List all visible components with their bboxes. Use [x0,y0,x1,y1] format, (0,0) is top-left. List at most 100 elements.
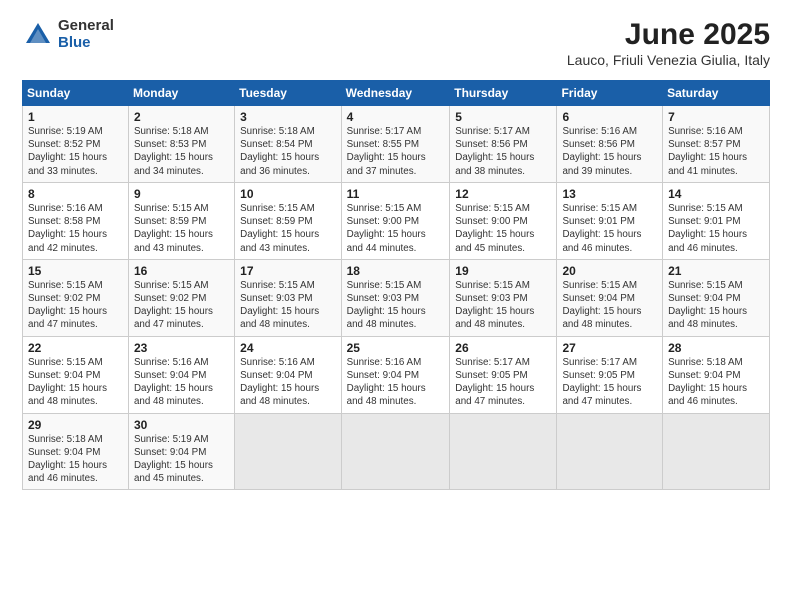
day-number: 9 [134,187,229,201]
day-info: Sunrise: 5:15 AMSunset: 8:59 PMDaylight:… [240,202,335,255]
day-number: 27 [562,341,657,355]
day-cell: 4Sunrise: 5:17 AMSunset: 8:55 PMDaylight… [341,106,450,183]
day-cell: 11Sunrise: 5:15 AMSunset: 9:00 PMDayligh… [341,182,450,259]
day-info: Sunrise: 5:17 AMSunset: 8:56 PMDaylight:… [455,125,551,178]
day-cell: 12Sunrise: 5:15 AMSunset: 9:00 PMDayligh… [450,182,557,259]
day-cell: 19Sunrise: 5:15 AMSunset: 9:03 PMDayligh… [450,259,557,336]
day-number: 8 [28,187,123,201]
day-cell [341,413,450,490]
day-cell: 25Sunrise: 5:16 AMSunset: 9:04 PMDayligh… [341,336,450,413]
day-info: Sunrise: 5:16 AMSunset: 9:04 PMDaylight:… [134,356,229,409]
day-info: Sunrise: 5:19 AMSunset: 8:52 PMDaylight:… [28,125,123,178]
day-number: 11 [347,187,445,201]
week-row-2: 8Sunrise: 5:16 AMSunset: 8:58 PMDaylight… [23,182,770,259]
day-info: Sunrise: 5:17 AMSunset: 9:05 PMDaylight:… [562,356,657,409]
day-cell: 22Sunrise: 5:15 AMSunset: 9:04 PMDayligh… [23,336,129,413]
day-cell: 9Sunrise: 5:15 AMSunset: 8:59 PMDaylight… [128,182,234,259]
day-info: Sunrise: 5:15 AMSunset: 8:59 PMDaylight:… [134,202,229,255]
day-cell [235,413,341,490]
day-info: Sunrise: 5:16 AMSunset: 8:56 PMDaylight:… [562,125,657,178]
header-friday: Friday [557,81,663,106]
day-cell: 21Sunrise: 5:15 AMSunset: 9:04 PMDayligh… [663,259,770,336]
day-cell: 18Sunrise: 5:15 AMSunset: 9:03 PMDayligh… [341,259,450,336]
day-cell: 14Sunrise: 5:15 AMSunset: 9:01 PMDayligh… [663,182,770,259]
day-cell [450,413,557,490]
day-number: 7 [668,110,764,124]
day-info: Sunrise: 5:16 AMSunset: 8:57 PMDaylight:… [668,125,764,178]
calendar-page: General Blue June 2025 Lauco, Friuli Ven… [0,0,792,612]
day-info: Sunrise: 5:15 AMSunset: 9:02 PMDaylight:… [134,279,229,332]
day-cell: 1Sunrise: 5:19 AMSunset: 8:52 PMDaylight… [23,106,129,183]
day-cell: 17Sunrise: 5:15 AMSunset: 9:03 PMDayligh… [235,259,341,336]
day-number: 12 [455,187,551,201]
logo: General Blue [22,18,114,51]
day-number: 23 [134,341,229,355]
day-info: Sunrise: 5:19 AMSunset: 9:04 PMDaylight:… [134,433,229,486]
day-cell: 27Sunrise: 5:17 AMSunset: 9:05 PMDayligh… [557,336,663,413]
header-monday: Monday [128,81,234,106]
day-number: 5 [455,110,551,124]
day-number: 26 [455,341,551,355]
day-number: 3 [240,110,335,124]
day-info: Sunrise: 5:15 AMSunset: 9:02 PMDaylight:… [28,279,123,332]
day-number: 19 [455,264,551,278]
day-info: Sunrise: 5:15 AMSunset: 9:00 PMDaylight:… [347,202,445,255]
week-row-4: 22Sunrise: 5:15 AMSunset: 9:04 PMDayligh… [23,336,770,413]
day-number: 16 [134,264,229,278]
header: General Blue June 2025 Lauco, Friuli Ven… [22,18,770,76]
day-info: Sunrise: 5:15 AMSunset: 9:01 PMDaylight:… [562,202,657,255]
day-info: Sunrise: 5:15 AMSunset: 9:03 PMDaylight:… [455,279,551,332]
day-number: 30 [134,418,229,432]
day-cell: 6Sunrise: 5:16 AMSunset: 8:56 PMDaylight… [557,106,663,183]
header-sunday: Sunday [23,81,129,106]
day-number: 14 [668,187,764,201]
calendar-title: June 2025 [567,18,770,52]
day-number: 18 [347,264,445,278]
calendar-table: Sunday Monday Tuesday Wednesday Thursday… [22,80,770,490]
day-cell: 29Sunrise: 5:18 AMSunset: 9:04 PMDayligh… [23,413,129,490]
day-info: Sunrise: 5:15 AMSunset: 9:01 PMDaylight:… [668,202,764,255]
day-info: Sunrise: 5:15 AMSunset: 9:04 PMDaylight:… [28,356,123,409]
logo-general-text: General [58,18,114,35]
week-row-5: 29Sunrise: 5:18 AMSunset: 9:04 PMDayligh… [23,413,770,490]
day-info: Sunrise: 5:18 AMSunset: 9:04 PMDaylight:… [668,356,764,409]
day-number: 6 [562,110,657,124]
day-number: 21 [668,264,764,278]
day-cell: 3Sunrise: 5:18 AMSunset: 8:54 PMDaylight… [235,106,341,183]
day-info: Sunrise: 5:17 AMSunset: 8:55 PMDaylight:… [347,125,445,178]
day-info: Sunrise: 5:15 AMSunset: 9:04 PMDaylight:… [668,279,764,332]
day-number: 25 [347,341,445,355]
day-number: 13 [562,187,657,201]
day-info: Sunrise: 5:15 AMSunset: 9:03 PMDaylight:… [347,279,445,332]
day-cell: 10Sunrise: 5:15 AMSunset: 8:59 PMDayligh… [235,182,341,259]
day-cell: 26Sunrise: 5:17 AMSunset: 9:05 PMDayligh… [450,336,557,413]
day-info: Sunrise: 5:18 AMSunset: 8:54 PMDaylight:… [240,125,335,178]
day-cell: 5Sunrise: 5:17 AMSunset: 8:56 PMDaylight… [450,106,557,183]
day-number: 17 [240,264,335,278]
day-number: 1 [28,110,123,124]
header-saturday: Saturday [663,81,770,106]
day-cell: 8Sunrise: 5:16 AMSunset: 8:58 PMDaylight… [23,182,129,259]
day-info: Sunrise: 5:15 AMSunset: 9:00 PMDaylight:… [455,202,551,255]
header-tuesday: Tuesday [235,81,341,106]
day-number: 20 [562,264,657,278]
day-cell: 23Sunrise: 5:16 AMSunset: 9:04 PMDayligh… [128,336,234,413]
day-cell: 24Sunrise: 5:16 AMSunset: 9:04 PMDayligh… [235,336,341,413]
header-row: Sunday Monday Tuesday Wednesday Thursday… [23,81,770,106]
day-info: Sunrise: 5:16 AMSunset: 8:58 PMDaylight:… [28,202,123,255]
week-row-1: 1Sunrise: 5:19 AMSunset: 8:52 PMDaylight… [23,106,770,183]
day-number: 24 [240,341,335,355]
day-number: 4 [347,110,445,124]
day-cell: 20Sunrise: 5:15 AMSunset: 9:04 PMDayligh… [557,259,663,336]
logo-blue-text: Blue [58,35,114,52]
logo-icon [22,19,54,51]
day-number: 28 [668,341,764,355]
day-cell [557,413,663,490]
day-info: Sunrise: 5:15 AMSunset: 9:03 PMDaylight:… [240,279,335,332]
day-cell: 7Sunrise: 5:16 AMSunset: 8:57 PMDaylight… [663,106,770,183]
day-cell: 2Sunrise: 5:18 AMSunset: 8:53 PMDaylight… [128,106,234,183]
day-info: Sunrise: 5:15 AMSunset: 9:04 PMDaylight:… [562,279,657,332]
day-cell: 15Sunrise: 5:15 AMSunset: 9:02 PMDayligh… [23,259,129,336]
day-number: 29 [28,418,123,432]
day-info: Sunrise: 5:18 AMSunset: 9:04 PMDaylight:… [28,433,123,486]
